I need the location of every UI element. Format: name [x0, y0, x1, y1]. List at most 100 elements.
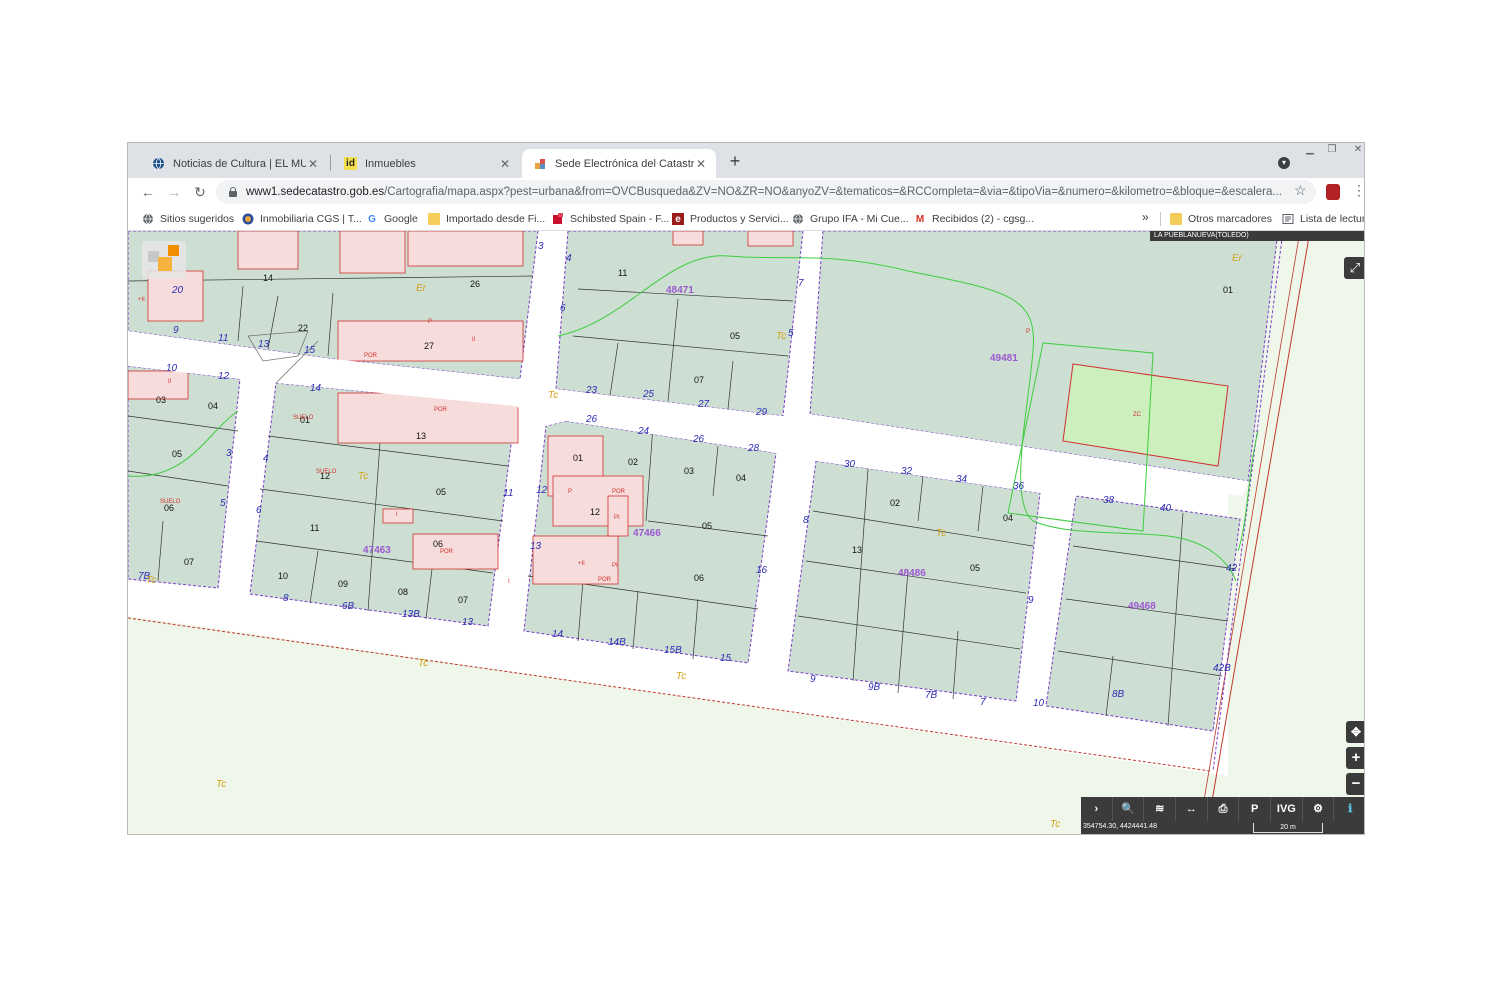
street-number: 12	[218, 371, 230, 382]
reading-list-button[interactable]: Lista de lectura	[1282, 211, 1364, 227]
street-number: 30	[844, 459, 856, 470]
parcel-ref-label[interactable]: 49481	[990, 353, 1018, 364]
street-number: 5	[220, 498, 226, 509]
new-tab-button[interactable]: +	[725, 151, 745, 171]
land-use-tag: Tc	[216, 779, 226, 790]
catastro-icon	[534, 157, 547, 170]
ivg-button[interactable]: IVG	[1271, 797, 1303, 821]
parcel-ref-label[interactable]: 47466	[633, 528, 661, 539]
measure-icon[interactable]: ↔	[1176, 797, 1208, 821]
subparcel-number: 13	[852, 545, 862, 555]
tab-separator	[330, 155, 331, 171]
tab-catastro[interactable]: Sede Electrónica del Catastro - F ✕	[522, 149, 716, 178]
close-icon[interactable]: ✕	[498, 157, 512, 171]
street-number: 13B	[402, 609, 420, 620]
fullscreen-icon[interactable]: ⤢	[1344, 257, 1364, 279]
bookmark-schibsted[interactable]: Schibsted Spain - F...	[552, 211, 669, 227]
subparcel-number: 07	[694, 375, 704, 385]
parcel-ref-label[interactable]: 48486	[898, 568, 926, 579]
bookmark-inmobiliaria-cgs[interactable]: Inmobiliaria CGS | T...	[242, 211, 362, 227]
land-use-pi: PI	[614, 515, 620, 521]
cadastral-map[interactable]: 48471 49481 47463 47466 48486 49468 20 9…	[128, 231, 1365, 835]
url-text[interactable]: www1.sedecatastro.gob.es/Cartografia/map…	[246, 186, 1316, 198]
close-icon[interactable]: ✕	[694, 157, 708, 171]
subparcel-number: 06	[433, 539, 443, 549]
parcel-ref-label[interactable]: 49468	[1128, 601, 1156, 612]
reload-icon[interactable]: ↻	[190, 182, 210, 202]
street-number: 28	[747, 443, 760, 454]
id-icon: id	[344, 157, 357, 170]
subparcel-number: 08	[398, 587, 408, 597]
coordinates-readout: 354754.30, 4424441.48	[1083, 823, 1157, 830]
schibsted-icon	[552, 213, 564, 225]
map-toolbar: › 🔍 ≋ ↔ ⎙ P IVG ⚙ ℹ	[1081, 797, 1364, 821]
tab-inmuebles[interactable]: id Inmuebles ✕	[332, 149, 520, 178]
tab-el-mundo[interactable]: Noticias de Cultura | EL MUNDO ✕	[140, 149, 328, 178]
land-use-iii: +II	[578, 561, 585, 567]
expand-tools-icon[interactable]: ›	[1081, 797, 1113, 821]
menu-icon[interactable]: ⋮	[1352, 182, 1364, 199]
bookmark-star-icon[interactable]: ☆	[1294, 182, 1307, 199]
bookmark-sitios-sugeridos[interactable]: Sitios sugeridos	[142, 211, 234, 227]
street-number: 8B	[1112, 689, 1125, 700]
land-use-tag: Tc	[146, 575, 156, 586]
parcel-ref-label[interactable]: 47463	[363, 545, 391, 556]
street-number: 20	[171, 285, 184, 296]
bookmarks-separator	[1160, 212, 1161, 226]
info-icon[interactable]: ℹ	[1334, 797, 1364, 821]
maximize-icon[interactable]: ❐	[1324, 144, 1340, 156]
settings-icon[interactable]: ⚙	[1303, 797, 1335, 821]
street-number: 4	[263, 453, 269, 464]
street-number: 13	[258, 339, 270, 350]
street-number: 36	[1013, 481, 1025, 492]
forward-icon[interactable]: →	[164, 182, 184, 202]
locate-icon[interactable]: ✥	[1346, 721, 1364, 743]
street-number: 16	[756, 565, 768, 576]
subparcel-number: 22	[298, 323, 308, 333]
parcel-tool-icon[interactable]: P	[1239, 797, 1272, 821]
bookmark-productos[interactable]: e Productos y Servici...	[672, 211, 789, 227]
print-icon[interactable]: ⎙	[1208, 797, 1240, 821]
street-number: 26	[585, 414, 598, 425]
globe-icon	[142, 213, 154, 225]
map-canvas[interactable]: 48471 49481 47463 47466 48486 49468 20 9…	[128, 231, 1365, 835]
subparcel-number: 11	[310, 523, 319, 533]
bookmark-otros-marcadores[interactable]: Otros marcadores	[1170, 211, 1272, 227]
bookmarks-overflow-icon[interactable]: »	[1142, 210, 1149, 224]
subparcel-number: 01	[573, 453, 583, 463]
bookmark-grupo-ifa[interactable]: Grupo IFA - Mi Cue...	[792, 211, 909, 227]
bookmarks-bar: Sitios sugeridos Inmobiliaria CGS | T...…	[128, 206, 1364, 231]
back-icon[interactable]: ←	[138, 182, 158, 202]
street-number: 4	[566, 253, 572, 264]
layers-stack-icon[interactable]: ≋	[1144, 797, 1177, 821]
land-use-p: P	[568, 489, 572, 495]
search-icon[interactable]: 🔍	[1113, 797, 1145, 821]
close-icon[interactable]: ✕	[306, 157, 320, 171]
subparcel-number: 06	[694, 573, 704, 583]
street-number: 7B	[925, 690, 938, 701]
layers-icon[interactable]	[142, 241, 186, 279]
subparcel-number: 05	[702, 521, 712, 531]
folder-icon	[428, 213, 440, 225]
zoom-in-button[interactable]: +	[1346, 747, 1364, 769]
minimize-icon[interactable]: ▁	[1302, 144, 1318, 156]
street-number: 10	[166, 363, 178, 374]
land-use-por: POR	[612, 489, 626, 495]
window-close-icon[interactable]: ✕	[1350, 144, 1364, 156]
parcel-ref-label[interactable]: 48471	[666, 285, 694, 296]
address-bar[interactable]: www1.sedecatastro.gob.es/Cartografia/map…	[216, 180, 1316, 204]
extension-icon[interactable]	[1326, 184, 1340, 200]
tab-search-icon[interactable]: ▾	[1278, 157, 1290, 169]
street-number: 23	[585, 385, 598, 396]
subparcel-number: 13	[416, 431, 426, 441]
land-use-por: POR	[364, 353, 378, 359]
bookmark-gmail[interactable]: M Recibidos (2) - cgsg...	[914, 211, 1034, 227]
land-use-pi: PI	[612, 563, 618, 569]
land-use-tag: Tc	[548, 390, 558, 401]
land-use-tag: Tc	[776, 331, 786, 342]
bookmark-importado[interactable]: Importado desde Fi...	[428, 211, 545, 227]
street-number: 14B	[608, 637, 626, 648]
land-use-tag: Er	[1232, 253, 1243, 264]
zoom-out-button[interactable]: −	[1346, 773, 1364, 795]
bookmark-google[interactable]: G Google	[366, 211, 418, 227]
